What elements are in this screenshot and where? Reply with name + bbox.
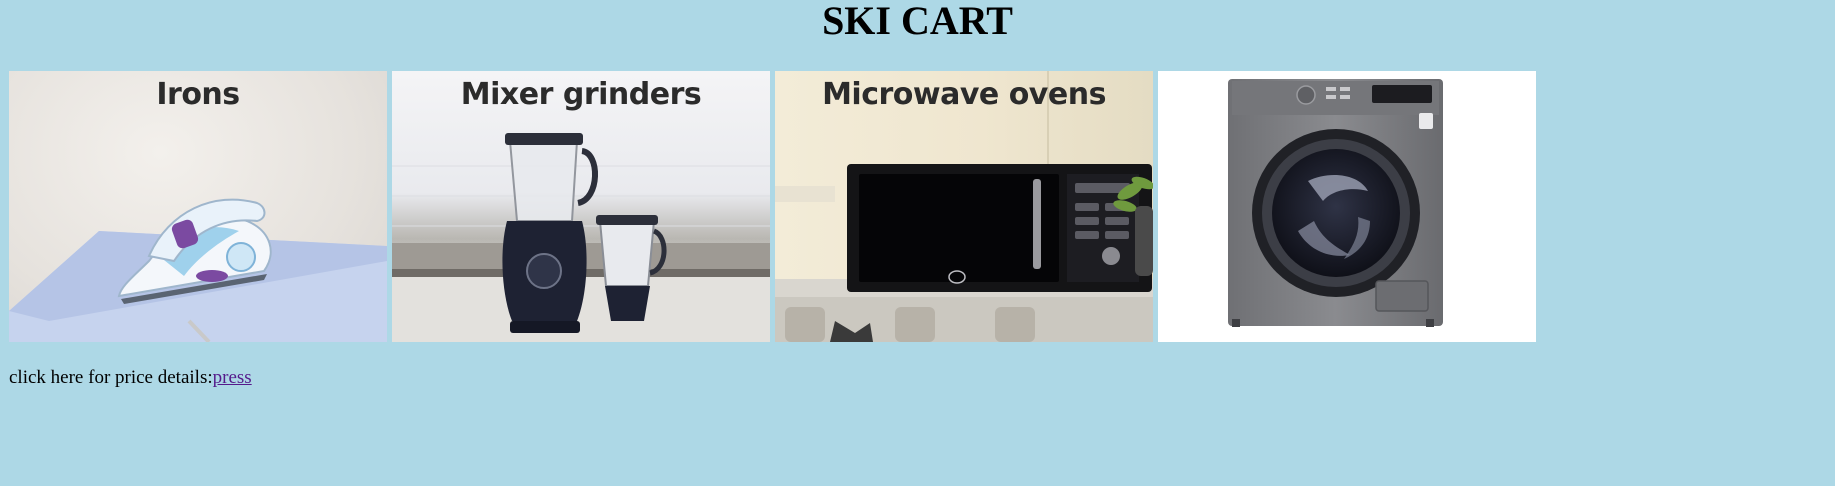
- product-tile-microwave-ovens[interactable]: Microwave ovens: [775, 71, 1153, 342]
- product-tile-mixer-grinders[interactable]: Mixer grinders: [392, 71, 770, 342]
- washing-machine-icon: [1228, 79, 1443, 327]
- product-tile-washing-machine[interactable]: [1158, 71, 1536, 342]
- page-title: SKI CART: [822, 0, 1013, 43]
- product-caption: Microwave ovens: [822, 77, 1106, 112]
- product-tile-irons[interactable]: Irons: [9, 71, 387, 342]
- product-caption: Mixer grinders: [460, 77, 702, 112]
- price-details-line: click here for price details:press: [9, 366, 252, 390]
- press-link[interactable]: press: [213, 367, 252, 388]
- product-caption: Irons: [156, 77, 240, 112]
- price-details-label: click here for price details:: [9, 367, 213, 388]
- product-gallery: Irons Mixer grinders Microwave ovens: [9, 71, 1536, 342]
